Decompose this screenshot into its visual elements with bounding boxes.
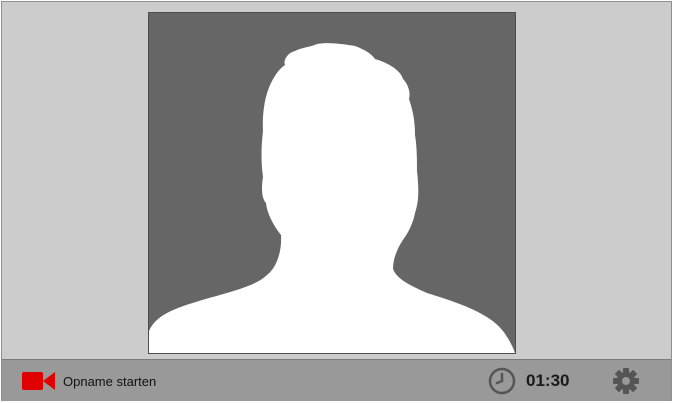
gear-icon xyxy=(613,368,639,394)
recording-timer: 01:30 xyxy=(488,367,569,395)
timer-value: 01:30 xyxy=(526,371,570,390)
camera-preview xyxy=(148,12,516,354)
recorder-toolbar: Opname starten 01:30 xyxy=(2,359,671,401)
start-recording-label: Opname starten xyxy=(63,373,157,389)
settings-button[interactable] xyxy=(612,367,640,395)
start-recording-button[interactable]: Opname starten xyxy=(22,367,156,395)
person-silhouette-icon xyxy=(149,43,515,353)
video-camera-icon xyxy=(22,372,55,390)
video-recorder-widget: Opname starten 01:30 xyxy=(1,1,672,401)
clock-icon xyxy=(488,367,516,395)
